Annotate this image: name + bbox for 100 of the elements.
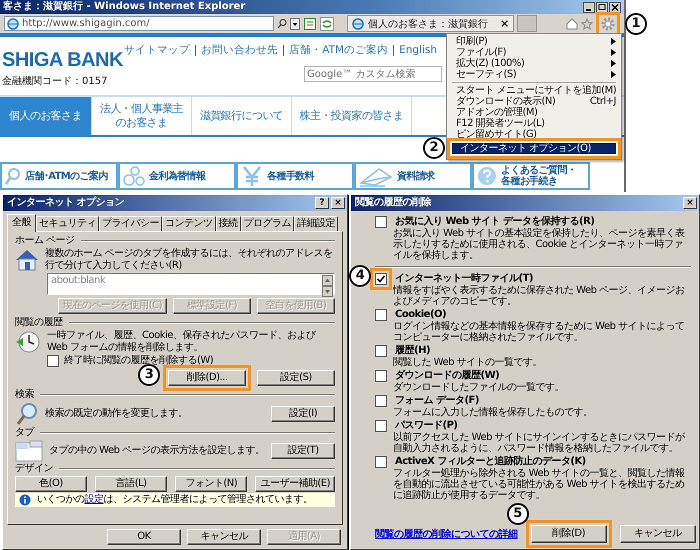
menu-item[interactable]: F12 開発者ツール(L) bbox=[448, 118, 620, 129]
menu-item[interactable]: アドオンの管理(M) bbox=[448, 107, 620, 118]
close-button[interactable]: × bbox=[683, 197, 697, 209]
checkbox-label: Cookie(O) bbox=[395, 309, 446, 320]
close-icon[interactable] bbox=[609, 2, 621, 12]
header-link[interactable]: English bbox=[393, 45, 442, 56]
star-icon[interactable] bbox=[581, 18, 593, 30]
callout-number: 5 bbox=[506, 503, 528, 525]
checkbox-label: フォーム データ(F) bbox=[395, 395, 479, 406]
checkbox[interactable] bbox=[47, 355, 59, 367]
menu-item[interactable]: スタート メニューにサイトを追加(M) bbox=[448, 85, 620, 96]
description-text: 一時ファイル、履歴、Cookie、保存されたパスワード、および Web フォームの情報を削除します。 bbox=[47, 330, 317, 354]
quick-link[interactable]: よくあるご質問・各種お手続き bbox=[472, 162, 590, 190]
tab-close-button[interactable]: × bbox=[500, 17, 510, 30]
delete-button[interactable]: 削除(D) bbox=[530, 525, 606, 543]
address-field[interactable]: http://www.shigagin.com/ bbox=[4, 16, 274, 31]
minimize-icon[interactable] bbox=[583, 2, 595, 12]
menu-item[interactable]: インターネット オプション(O) bbox=[452, 143, 616, 154]
globe-icon bbox=[7, 18, 19, 30]
dialog-tab[interactable]: プライバシー bbox=[99, 216, 162, 231]
description-text: 以前アクセスした Web サイトにサインインするときにパスワードが自動入力されるように、パスワード情報を格納したファイルです。 bbox=[393, 432, 686, 454]
checkbox[interactable] bbox=[375, 309, 387, 321]
ok-button[interactable]: OK bbox=[107, 529, 181, 545]
cancel-button[interactable]: キャンセル bbox=[620, 525, 696, 543]
languages-button[interactable]: 言語(L) bbox=[95, 476, 168, 492]
menu-item[interactable]: ファイル(F) bbox=[448, 47, 620, 58]
browser-tab[interactable]: 個人のお客さま：滋賀銀行 × bbox=[347, 15, 514, 32]
yen-sign-icon bbox=[241, 165, 263, 187]
quick-link[interactable]: 金利為替情報 bbox=[118, 162, 236, 190]
checkbox-label: 終了時に閲覧の履歴を削除する(W) bbox=[64, 355, 214, 367]
checkbox[interactable] bbox=[375, 420, 387, 432]
menu-item[interactable]: セーフティ(S) bbox=[448, 69, 620, 80]
house-icon bbox=[15, 248, 39, 272]
callout-number: 3 bbox=[138, 364, 160, 386]
dialog-tab[interactable]: 接続 bbox=[216, 216, 240, 231]
description-text: 閲覧した Web サイトの一覧です。 bbox=[393, 357, 544, 368]
section-heading: 閲覧の履歴 bbox=[15, 317, 62, 329]
tab-window-icon bbox=[15, 440, 43, 462]
dialog-tab[interactable]: 全般 bbox=[7, 214, 36, 232]
dialog-tab[interactable]: コンテンツ bbox=[162, 216, 216, 231]
globe-icon bbox=[352, 18, 364, 30]
nav-tab[interactable]: 株主・投資家の皆さま bbox=[292, 97, 412, 135]
dialog-tab[interactable]: プログラム bbox=[240, 216, 294, 231]
search-icon[interactable] bbox=[277, 18, 287, 30]
checkbox-label: パスワード(P) bbox=[395, 420, 458, 432]
description-text: ダウンロードしたファイルの一覧です。 bbox=[393, 382, 565, 393]
header-link[interactable]: お問い合わせ先 bbox=[195, 45, 284, 56]
quick-link[interactable]: 店舗･ATMのご案内 bbox=[0, 162, 118, 190]
help-button[interactable]: ? bbox=[315, 197, 329, 209]
delete-button[interactable]: 削除(D)... bbox=[168, 370, 246, 386]
cancel-button[interactable]: キャンセル bbox=[187, 529, 261, 545]
header-link[interactable]: 店舗・ATMのご案内 bbox=[283, 45, 394, 56]
quick-link[interactable]: 各種手数料 bbox=[236, 162, 354, 190]
nav-tab[interactable]: 滋賀銀行について bbox=[192, 97, 292, 135]
help-link[interactable]: 閲覧の履歴の削除についての詳細 bbox=[375, 528, 518, 540]
callout-number: 1 bbox=[625, 12, 647, 34]
menu-item[interactable]: 印刷(P) bbox=[448, 36, 620, 47]
dialog-tab[interactable]: セキュリティ bbox=[36, 216, 99, 231]
settings-button[interactable]: 設定(I) bbox=[271, 406, 335, 422]
callout-number: 4 bbox=[349, 265, 371, 287]
checkbox[interactable] bbox=[375, 395, 387, 407]
compatibility-icon[interactable] bbox=[303, 16, 317, 30]
coins-icon bbox=[123, 165, 145, 187]
menu-item[interactable]: 拡大(Z) (100%) bbox=[448, 58, 620, 69]
settings-link[interactable]: 設定 bbox=[84, 494, 104, 505]
nav-tab[interactable]: 法人・個人事業主のお客さま bbox=[92, 97, 192, 135]
bank-logo: SHIGA BANK bbox=[2, 49, 124, 71]
menu-item[interactable]: ピン留めサイト(G) bbox=[448, 129, 620, 140]
dropdown-icon[interactable] bbox=[290, 18, 300, 30]
nav-tab[interactable]: 個人のお客さま bbox=[0, 97, 92, 135]
magnifier-icon bbox=[5, 167, 21, 185]
colors-button[interactable]: 色(O) bbox=[15, 476, 87, 492]
fonts-button[interactable]: フォント(N) bbox=[175, 476, 248, 492]
checkbox[interactable] bbox=[375, 273, 387, 285]
description-text: フォームに入力した情報を保存したものです。 bbox=[393, 407, 594, 418]
home-page-field[interactable]: about:blank bbox=[47, 273, 335, 295]
settings-button[interactable]: 設定(T) bbox=[271, 443, 335, 459]
refresh-icon[interactable] bbox=[320, 16, 334, 30]
info-icon bbox=[19, 494, 31, 506]
checkbox-label: 履歴(H) bbox=[395, 345, 430, 357]
quick-link[interactable]: 資料請求 bbox=[354, 162, 472, 190]
search-field[interactable]: Google™ カスタム検索 bbox=[304, 66, 442, 82]
checkbox[interactable] bbox=[375, 456, 387, 468]
dialog-tab[interactable]: 詳細設定 bbox=[294, 216, 338, 231]
info-message: いくつかの設定は、システム管理者によって管理されています。 bbox=[37, 494, 312, 506]
home-icon[interactable] bbox=[566, 18, 578, 30]
checkbox[interactable] bbox=[375, 370, 387, 382]
accessibility-button[interactable]: ユーザー補助(E) bbox=[255, 476, 335, 492]
close-button[interactable]: × bbox=[331, 197, 345, 209]
checkbox[interactable] bbox=[375, 345, 387, 357]
section-heading: タブ bbox=[15, 427, 34, 439]
checkbox-label: ダウンロードの履歴(W) bbox=[395, 370, 500, 382]
window-title: 客さま：滋賀銀行 - Windows Internet Explorer bbox=[3, 0, 246, 14]
callout-number: 2 bbox=[423, 137, 445, 159]
maximize-icon[interactable] bbox=[596, 2, 608, 12]
settings-button[interactable]: 設定(S) bbox=[257, 370, 335, 386]
menu-item[interactable]: ダウンロードの表示(N) Ctrl+J bbox=[448, 96, 620, 107]
description-text: 情報をすばやく表示するために保存された Web ページ、イメージおよびメディアのコピーです。 bbox=[393, 285, 686, 307]
checkbox[interactable] bbox=[375, 216, 387, 228]
checkbox-label: ActiveX フィルターと追跡防止のデータ(K) bbox=[395, 456, 586, 468]
